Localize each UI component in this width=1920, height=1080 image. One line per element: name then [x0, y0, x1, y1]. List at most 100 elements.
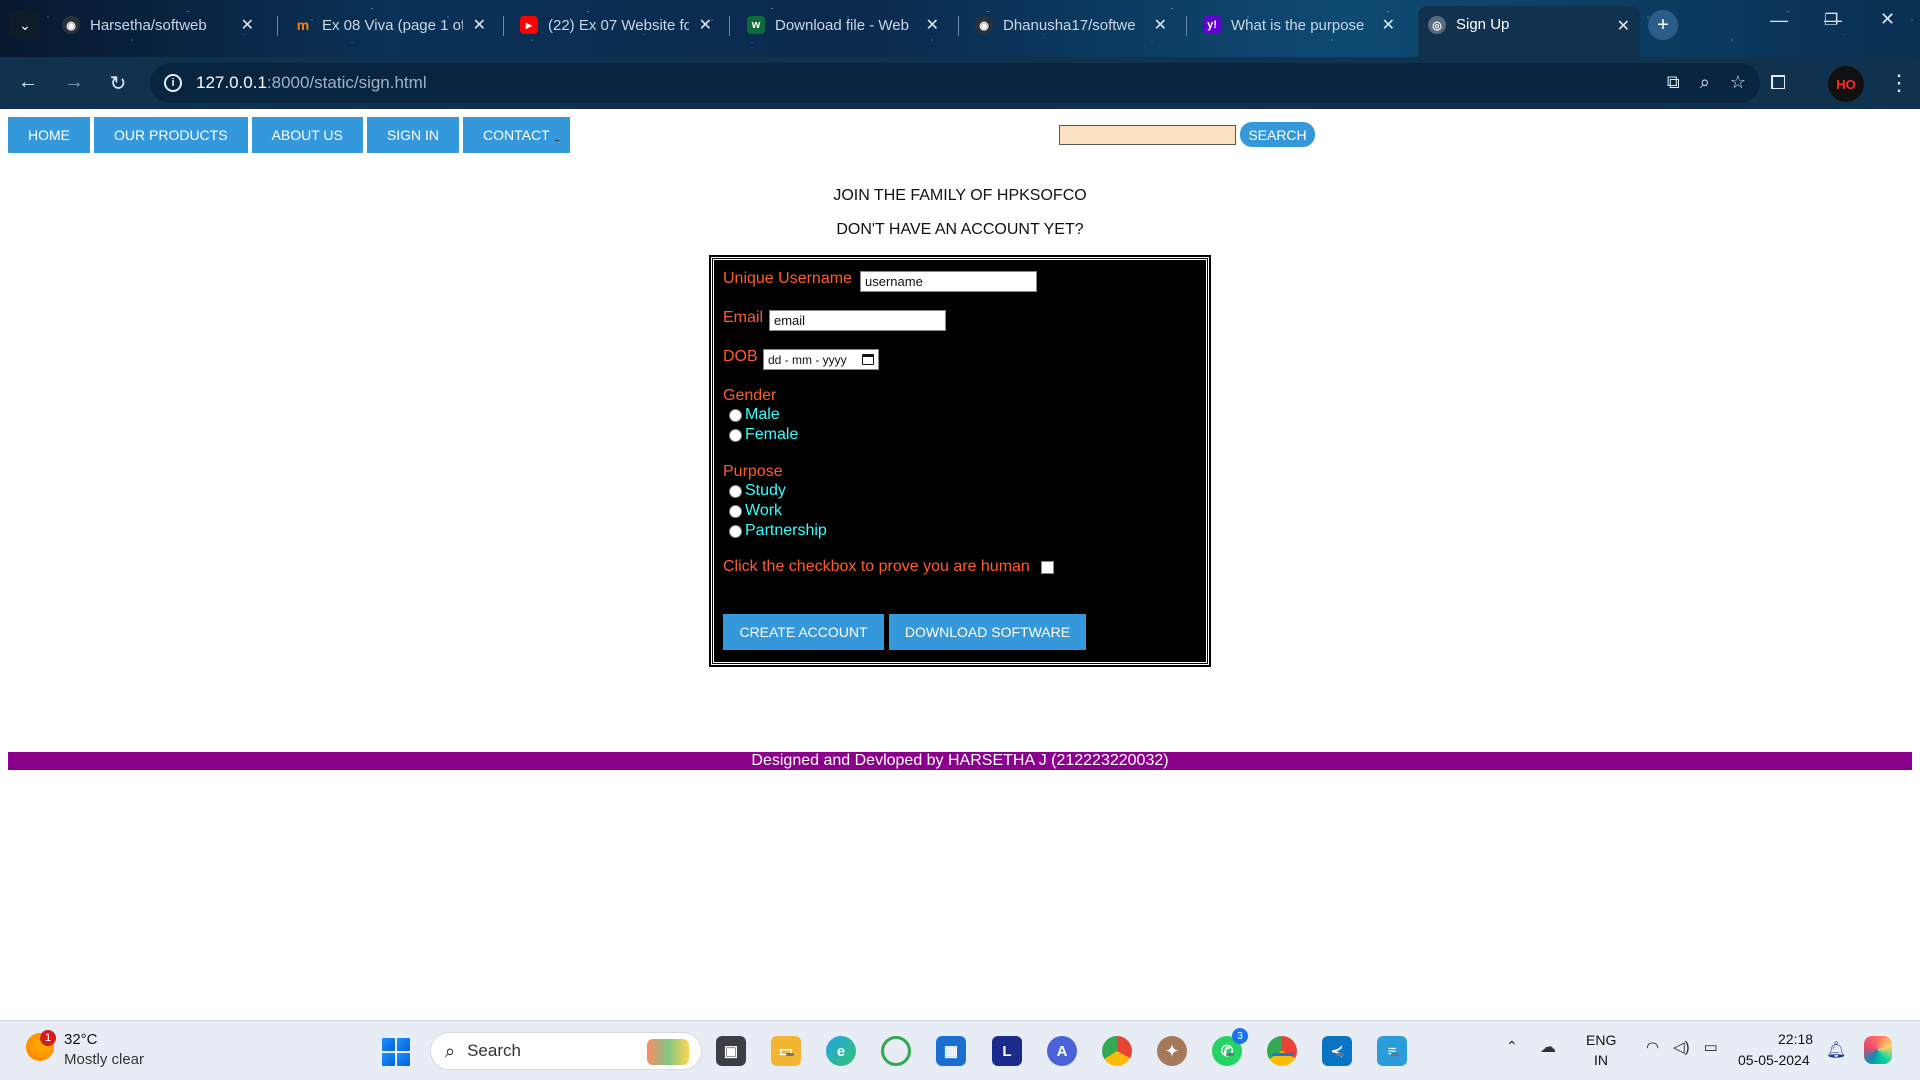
- close-tab-icon[interactable]: ✕: [699, 15, 712, 35]
- join-heading: JOIN THE FAMILY OF HPKSOFCO: [833, 187, 1087, 204]
- windows-start-icon[interactable]: [382, 1038, 410, 1066]
- nav-about-us[interactable]: ABOUT US: [251, 117, 363, 153]
- vscode-icon[interactable]: ≺: [1322, 1036, 1352, 1066]
- taskbar-search-label: Search: [467, 1041, 521, 1060]
- address-bar[interactable]: i 127.0.0.1:8000/static/sign.html ⧉ ⌕ ☆: [150, 63, 1760, 103]
- edge-browser-icon[interactable]: e: [826, 1036, 856, 1066]
- extensions-icon[interactable]: ⧠: [1770, 72, 1786, 95]
- close-tab-icon[interactable]: ✕: [1382, 15, 1395, 35]
- site-info-icon[interactable]: i: [164, 74, 182, 92]
- battery-icon[interactable]: ▭: [1704, 1038, 1718, 1056]
- restore-icon[interactable]: ❐: [1824, 10, 1838, 30]
- tab-download-file[interactable]: w Download file - Web ✕: [737, 8, 949, 42]
- new-tab-button[interactable]: +: [1648, 10, 1678, 40]
- nav-underscore: [555, 140, 559, 141]
- close-tab-icon[interactable]: ✕: [241, 15, 254, 35]
- tab-what-is-purpose[interactable]: y! What is the purpose ✕: [1193, 8, 1405, 42]
- dob-label: DOB: [723, 348, 758, 365]
- clock-date[interactable]: 05-05-2024: [1738, 1052, 1810, 1068]
- chrome-icon[interactable]: [1102, 1036, 1132, 1066]
- onedrive-warning-icon[interactable]: ☁: [1540, 1037, 1556, 1057]
- purpose-option-work[interactable]: Work: [729, 502, 782, 520]
- profile-avatar[interactable]: HO: [1828, 66, 1864, 102]
- gender-option-female[interactable]: Female: [729, 426, 798, 444]
- nav-home[interactable]: HOME: [8, 117, 90, 153]
- tab-harsetha-softweb[interactable]: ◉ Harsetha/softweb ✕: [52, 8, 264, 42]
- download-software-button[interactable]: DOWNLOAD SOFTWARE: [889, 614, 1086, 650]
- taskbar-search[interactable]: ⌕ Search: [430, 1032, 702, 1070]
- bookmark-star-icon[interactable]: ☆: [1730, 72, 1746, 93]
- file-explorer-icon[interactable]: ▭: [771, 1036, 801, 1066]
- show-hidden-icons-icon[interactable]: ⌃: [1506, 1038, 1518, 1055]
- url-host: 127.0.0.1: [196, 73, 267, 92]
- tab-sign-up[interactable]: ◎ Sign Up ✕: [1418, 6, 1640, 57]
- a-app-icon[interactable]: A: [1047, 1036, 1077, 1066]
- female-radio[interactable]: [729, 428, 742, 442]
- circular-app-icon[interactable]: [881, 1036, 911, 1066]
- work-radio[interactable]: [729, 504, 742, 518]
- create-account-button[interactable]: CREATE ACCOUNT: [723, 614, 884, 650]
- tab-youtube-ex07[interactable]: ▶ (22) Ex 07 Website fo ✕: [510, 8, 722, 42]
- moodle-icon: m: [296, 17, 310, 33]
- microsoft-store-icon[interactable]: ▦: [936, 1036, 966, 1066]
- zoom-icon[interactable]: ⌕: [1700, 72, 1710, 93]
- task-view-icon[interactable]: ▣: [716, 1036, 746, 1066]
- copilot-icon[interactable]: [1864, 1036, 1892, 1064]
- close-tab-icon[interactable]: ✕: [926, 15, 939, 35]
- close-window-icon[interactable]: ✕: [1880, 9, 1895, 30]
- weather-temperature[interactable]: 32°C: [64, 1031, 98, 1048]
- clock-time[interactable]: 22:18: [1778, 1031, 1813, 1047]
- wifi-icon[interactable]: ◠: [1646, 1038, 1659, 1056]
- search-input[interactable]: [1059, 125, 1236, 145]
- close-tab-icon[interactable]: ✕: [1154, 15, 1167, 35]
- search-button[interactable]: SEARCH: [1240, 122, 1315, 147]
- dob-date-field[interactable]: dd - mm - yyyy: [763, 349, 879, 370]
- forward-arrow-icon[interactable]: →: [62, 71, 86, 94]
- translate-icon[interactable]: ⧉: [1667, 72, 1680, 93]
- chrome-active-icon[interactable]: [1267, 1036, 1297, 1066]
- system-tray[interactable]: ◠ ◁) ▭: [1646, 1038, 1718, 1056]
- region-indicator[interactable]: IN: [1594, 1052, 1608, 1068]
- tab-dhanusha-softweb[interactable]: ◉ Dhanusha17/softwe ✕: [965, 8, 1177, 42]
- browser-titlebar: ⌄ ◉ Harsetha/softweb ✕ m Ex 08 Viva (pag…: [0, 0, 1920, 57]
- windows-taskbar: 1 32°C Mostly clear ⌕ Search ▣ ▭ e ▦ L A…: [0, 1020, 1920, 1080]
- male-radio[interactable]: [729, 408, 742, 422]
- gender-option-male[interactable]: Male: [729, 406, 780, 424]
- nav-our-products[interactable]: OUR PRODUCTS: [94, 117, 248, 153]
- notification-bell-icon[interactable]: 🔔︎: [1826, 1040, 1846, 1060]
- l-app-icon[interactable]: L: [992, 1036, 1022, 1066]
- running-indicator: [786, 1053, 794, 1056]
- tab-ex08-viva[interactable]: m Ex 08 Viva (page 1 of ✕: [284, 8, 496, 42]
- calendar-icon[interactable]: [862, 354, 874, 365]
- purpose-option-partnership[interactable]: Partnership: [729, 522, 827, 540]
- volume-icon[interactable]: ◁): [1673, 1038, 1690, 1056]
- close-tab-icon[interactable]: ✕: [1617, 16, 1630, 36]
- github-icon: ◉: [975, 16, 993, 34]
- nav-contact[interactable]: CONTACT: [463, 117, 570, 153]
- study-radio[interactable]: [729, 484, 742, 498]
- dob-placeholder: dd - mm - yyyy: [768, 352, 847, 367]
- account-heading: DON'T HAVE AN ACCOUNT YET?: [836, 221, 1084, 238]
- human-checkbox[interactable]: [1041, 561, 1054, 574]
- purpose-option-study[interactable]: Study: [729, 482, 786, 500]
- email-field[interactable]: email: [769, 310, 946, 331]
- partnership-radio[interactable]: [729, 524, 742, 538]
- close-tab-icon[interactable]: ✕: [473, 15, 486, 35]
- photo-app-icon[interactable]: ✦: [1157, 1036, 1187, 1066]
- notepad-icon[interactable]: ≡: [1377, 1036, 1407, 1066]
- reload-icon[interactable]: ↻: [106, 71, 130, 96]
- youtube-icon: ▶: [520, 16, 538, 34]
- back-arrow-icon[interactable]: ←: [16, 71, 40, 94]
- username-field[interactable]: username: [860, 271, 1037, 292]
- minimize-icon[interactable]: —: [1770, 10, 1788, 31]
- tab-separator: [1186, 16, 1187, 36]
- nav-sign-in[interactable]: SIGN IN: [366, 117, 459, 153]
- running-indicator: [1226, 1053, 1234, 1056]
- url-path: :8000/static/sign.html: [266, 73, 427, 92]
- tab-search-button[interactable]: ⌄: [10, 10, 40, 40]
- github-icon: ◉: [62, 16, 80, 34]
- language-indicator[interactable]: ENG: [1586, 1032, 1616, 1048]
- study-label: Study: [745, 482, 786, 499]
- weather-description[interactable]: Mostly clear: [64, 1051, 144, 1068]
- browser-menu-icon[interactable]: ⋮: [1888, 70, 1910, 96]
